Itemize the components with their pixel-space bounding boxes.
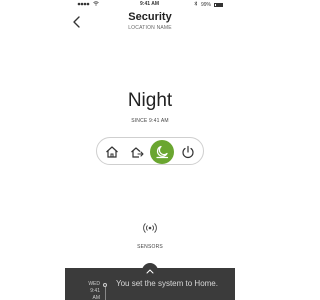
power-icon [182,145,194,159]
sensors-section: SENSORS [0,220,300,250]
status-bar: 9:41 AM 99% [0,0,300,9]
status-time: 9:41 AM [140,1,159,7]
mode-home-button[interactable] [100,140,124,164]
battery-icon [214,2,223,7]
activity-day: WED [88,281,100,287]
sensors-icon[interactable] [142,220,158,236]
chevron-up-icon [146,269,154,273]
mode-since: SINCE 9:41 AM [131,118,169,124]
page-title: Security [128,11,172,23]
sensors-label[interactable]: SENSORS [0,244,300,250]
location-name: LOCATION NAME [128,25,172,31]
away-icon [131,147,144,158]
activity-timestamp: WED 9:41 AM [86,281,100,300]
activity-message: You set the system to Home. [116,279,218,288]
status-right: 99% [194,0,223,8]
timeline-line [104,287,106,300]
mode-selector [96,137,204,165]
panel-expand-handle[interactable] [142,263,158,279]
status-left [77,1,99,8]
mode-off-button[interactable] [176,140,200,164]
mode-night-button[interactable] [150,140,174,164]
night-icon [156,145,169,159]
bluetooth-icon [194,0,198,8]
activity-time: 9:41 AM [90,288,100,300]
mode-name: Night [127,90,173,111]
battery-percent: 99% [200,1,211,8]
wifi-icon [93,1,99,8]
signal-dots-icon [77,2,91,8]
mode-away-button[interactable] [125,140,149,164]
home-icon [106,146,118,158]
